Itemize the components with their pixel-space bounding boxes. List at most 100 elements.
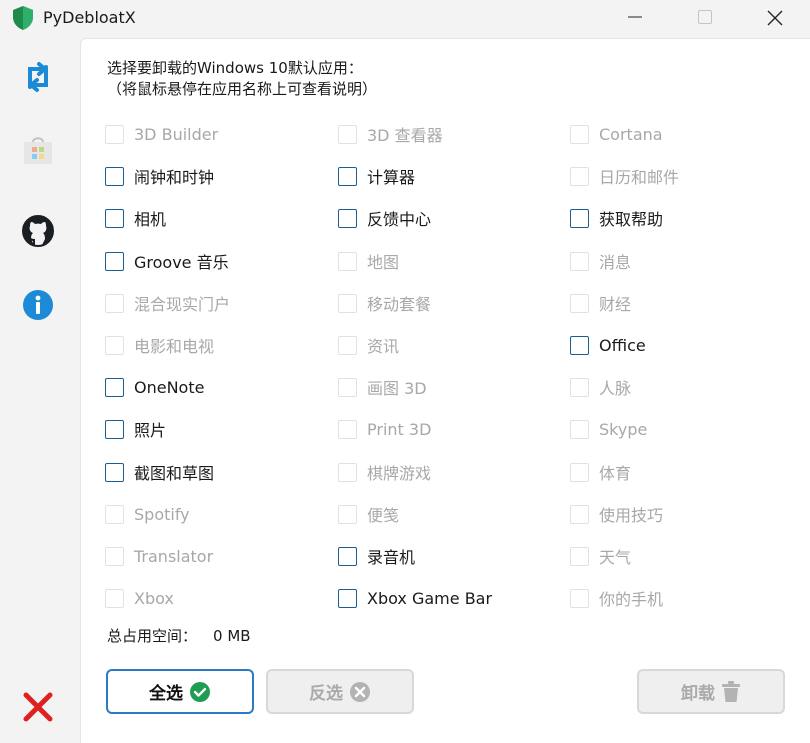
app-checkbox: 你的手机 xyxy=(570,587,663,609)
app-checkbox: 财经 xyxy=(570,292,631,314)
app-checkbox-label: 便笺 xyxy=(367,506,400,525)
app-checkbox-label: 棋牌游戏 xyxy=(367,464,432,483)
checkbox-box xyxy=(105,293,124,313)
checkbox-box xyxy=(570,419,589,439)
sidebar xyxy=(0,38,80,743)
select-all-label: 全选 xyxy=(149,684,183,704)
app-checkbox-label: 你的手机 xyxy=(599,590,664,609)
checkbox-box[interactable] xyxy=(105,166,124,186)
app-checkbox-label: 获取帮助 xyxy=(599,210,664,229)
app-checkbox-label: Xbox Game Bar xyxy=(367,588,493,608)
app-checkbox-label: Translator xyxy=(134,546,214,566)
checkbox-box[interactable] xyxy=(105,462,124,482)
app-checkbox: 使用技巧 xyxy=(570,503,663,525)
app-checkbox[interactable]: 闹钟和时钟 xyxy=(105,165,214,187)
app-checkbox-label: 使用技巧 xyxy=(599,506,664,525)
app-checkbox: 画图 3D xyxy=(338,376,427,398)
checkbox-box xyxy=(338,462,357,482)
checkbox-box[interactable] xyxy=(338,546,357,566)
app-checkbox[interactable]: 获取帮助 xyxy=(570,207,663,229)
app-checkbox-label: OneNote xyxy=(134,377,205,397)
checkbox-box xyxy=(338,335,357,355)
app-checkbox: Cortana xyxy=(570,123,663,145)
app-checkbox: Spotify xyxy=(105,503,190,525)
app-checkbox-label: 照片 xyxy=(134,421,167,440)
checkbox-box xyxy=(570,293,589,313)
app-checkbox: Xbox xyxy=(105,587,174,609)
app-checkbox[interactable]: OneNote xyxy=(105,376,204,398)
app-checkbox: 便笺 xyxy=(338,503,399,525)
checkbox-box[interactable] xyxy=(105,419,124,439)
window-title: PyDebloatX xyxy=(43,8,136,27)
app-checkbox-label: 录音机 xyxy=(367,548,416,567)
uninstall-label: 卸载 xyxy=(681,684,715,704)
app-checkbox[interactable]: Office xyxy=(570,334,646,356)
app-checkbox-label: 计算器 xyxy=(367,168,416,187)
trash-icon xyxy=(722,680,740,702)
checkbox-box xyxy=(338,419,357,439)
uninstall-button: 卸载 xyxy=(637,669,785,714)
shield-icon xyxy=(11,5,35,31)
app-checkbox-label: Cortana xyxy=(599,124,663,144)
app-checkbox-label: 相机 xyxy=(134,210,167,229)
github-icon[interactable] xyxy=(21,214,55,248)
app-checkbox-label: 地图 xyxy=(367,253,400,272)
app-checkbox[interactable]: 相机 xyxy=(105,207,166,229)
app-checkbox: 天气 xyxy=(570,545,631,567)
checkbox-box xyxy=(105,335,124,355)
checkbox-box xyxy=(338,377,357,397)
invert-selection-button: 反选 xyxy=(266,669,414,714)
checkbox-box[interactable] xyxy=(338,166,357,186)
store-icon xyxy=(21,134,55,168)
minimize-icon xyxy=(628,16,642,18)
app-checkbox[interactable]: 截图和草图 xyxy=(105,461,214,483)
app-checkbox[interactable]: 反馈中心 xyxy=(338,207,431,229)
checkbox-box xyxy=(105,504,124,524)
hint-text: （将鼠标悬停在应用名称上可查看说明） xyxy=(107,80,378,98)
checkbox-box[interactable] xyxy=(570,335,589,355)
close-button[interactable] xyxy=(751,0,797,34)
app-checkbox: 人脉 xyxy=(570,376,631,398)
refresh-icon[interactable] xyxy=(21,60,55,94)
app-checkbox-label: 天气 xyxy=(599,548,632,567)
total-size: 总占用空间： 0 MB xyxy=(107,625,251,646)
minimize-button[interactable] xyxy=(612,0,658,34)
checkbox-box[interactable] xyxy=(570,208,589,228)
app-checkbox: 资讯 xyxy=(338,334,399,356)
checkbox-box xyxy=(338,124,357,144)
title-bar: PyDebloatX xyxy=(0,0,810,38)
app-checkbox: 地图 xyxy=(338,250,399,272)
app-checkbox: 移动套餐 xyxy=(338,292,431,314)
select-all-button[interactable]: 全选 xyxy=(106,669,254,714)
app-checkbox[interactable]: 录音机 xyxy=(338,545,415,567)
close-icon xyxy=(767,10,783,26)
checkbox-box[interactable] xyxy=(105,251,124,271)
app-checkbox[interactable]: 照片 xyxy=(105,418,166,440)
app-checkbox[interactable]: Xbox Game Bar xyxy=(338,587,492,609)
maximize-icon xyxy=(698,10,712,24)
app-checkbox-label: 混合现实门户 xyxy=(134,295,231,314)
checkbox-box[interactable] xyxy=(105,377,124,397)
checkbox-box[interactable] xyxy=(105,208,124,228)
app-checkbox: 日历和邮件 xyxy=(570,165,679,187)
instruction-text: 选择要卸载的Windows 10默认应用： xyxy=(107,59,363,77)
info-icon[interactable] xyxy=(21,288,55,322)
app-checkbox-label: 体育 xyxy=(599,464,632,483)
checkbox-box xyxy=(570,166,589,186)
checkbox-box[interactable] xyxy=(338,588,357,608)
app-checkbox: 棋牌游戏 xyxy=(338,461,431,483)
app-checkbox-label: Skype xyxy=(599,419,648,439)
app-checkbox-label: 闹钟和时钟 xyxy=(134,168,215,187)
app-checkbox: 体育 xyxy=(570,461,631,483)
checkbox-box[interactable] xyxy=(338,208,357,228)
exit-icon[interactable] xyxy=(21,690,55,724)
checkbox-box xyxy=(105,546,124,566)
app-checkbox: Translator xyxy=(105,545,213,567)
app-checkbox-label: 消息 xyxy=(599,253,632,272)
app-checkbox[interactable]: Groove 音乐 xyxy=(105,250,229,272)
app-checkbox: 3D Builder xyxy=(105,123,218,145)
check-circle-icon xyxy=(190,681,210,702)
invert-selection-label: 反选 xyxy=(309,684,343,704)
app-checkbox[interactable]: 计算器 xyxy=(338,165,415,187)
checkbox-box xyxy=(570,462,589,482)
